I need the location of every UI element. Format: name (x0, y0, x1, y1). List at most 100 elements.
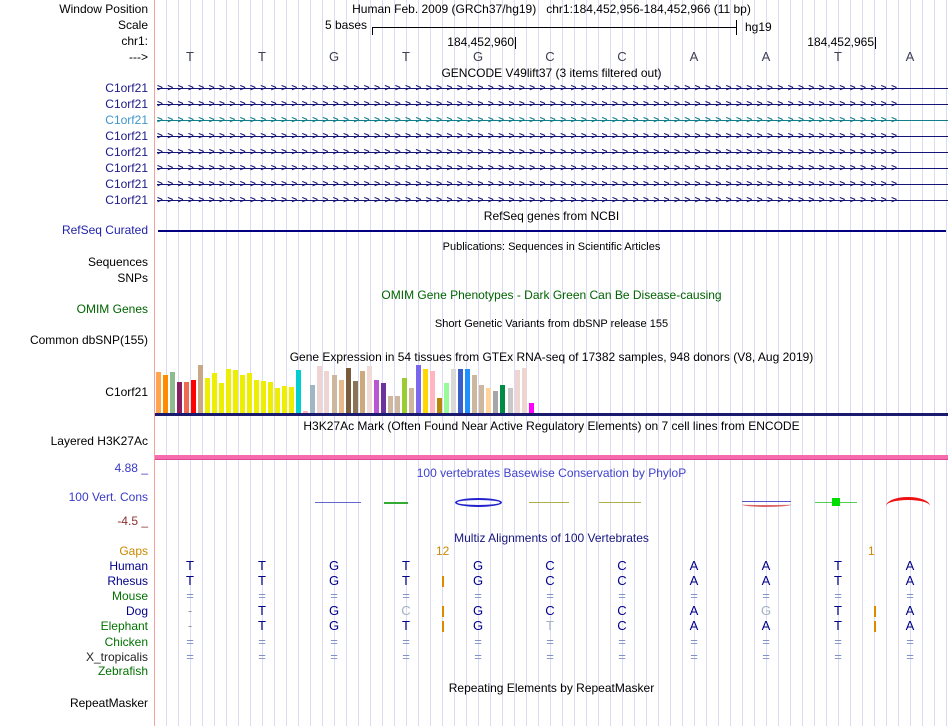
gtex-bar[interactable] (176, 382, 182, 413)
dbsnp-track-title[interactable]: Short Genetic Variants from dbSNP releas… (155, 317, 948, 331)
gtex-bar[interactable] (338, 380, 344, 413)
gtex-bar[interactable] (324, 371, 330, 413)
gencode-transcript-label[interactable]: C1orf21 (0, 129, 148, 143)
gtex-bar[interactable] (183, 382, 189, 413)
gtex-bar[interactable] (415, 365, 421, 413)
gtex-bar[interactable] (211, 373, 217, 413)
gtex-bar[interactable] (394, 396, 400, 413)
gtex-bar[interactable] (190, 380, 196, 413)
gtex-bar[interactable] (247, 373, 253, 413)
gtex-bar[interactable] (239, 375, 245, 413)
conservation-mark[interactable] (886, 497, 930, 506)
conservation-mark[interactable] (742, 502, 791, 507)
gtex-bar[interactable] (204, 378, 210, 413)
gtex-bar[interactable] (155, 372, 161, 413)
gtex-bar[interactable] (225, 369, 231, 413)
multiz-species-label[interactable]: Dog (0, 604, 148, 618)
gtex-bar[interactable] (486, 388, 492, 413)
gtex-bar[interactable] (162, 375, 168, 413)
conservation-mark[interactable] (529, 502, 569, 503)
multiz-species-label[interactable]: Human (0, 559, 148, 573)
gtex-bar[interactable] (514, 370, 520, 413)
conservation-mark[interactable] (455, 498, 502, 507)
gencode-transcript-arrows[interactable]: >>>>>>>>>>>>>>>>>>>>>>>>>>>>>>>>>>>>>>>>… (157, 194, 948, 207)
conservation-track-title[interactable]: 100 vertebrates Basewise Conservation by… (155, 466, 948, 480)
multiz-species-label[interactable]: Rhesus (0, 574, 148, 588)
conservation-mark[interactable] (832, 498, 840, 506)
gtex-bar[interactable] (408, 388, 414, 413)
gtex-bar[interactable] (380, 383, 386, 413)
gtex-bar[interactable] (444, 383, 450, 413)
gtex-bar[interactable] (451, 369, 457, 413)
multiz-species-label[interactable]: X_tropicalis (0, 650, 148, 664)
refseq-curated-label[interactable]: RefSeq Curated (0, 223, 148, 237)
gtex-baseline[interactable] (155, 413, 948, 416)
gtex-bar[interactable] (373, 380, 379, 413)
gtex-bar[interactable] (331, 375, 337, 413)
gtex-bar[interactable] (275, 388, 281, 413)
gencode-transcript-label[interactable]: C1orf21 (0, 81, 148, 95)
gtex-bar[interactable] (169, 372, 175, 413)
gtex-bar[interactable] (458, 369, 464, 413)
gtex-bar[interactable] (401, 378, 407, 413)
refseq-track-title[interactable]: RefSeq genes from NCBI (155, 209, 948, 223)
gtex-bar[interactable] (423, 369, 429, 413)
conservation-mark[interactable] (384, 502, 408, 504)
gencode-transcript-label[interactable]: C1orf21 (0, 177, 148, 191)
gencode-transcript-label[interactable]: C1orf21 (0, 161, 148, 175)
gencode-transcript-arrows[interactable]: >>>>>>>>>>>>>>>>>>>>>>>>>>>>>>>>>>>>>>>>… (157, 162, 948, 175)
gencode-transcript-label[interactable]: C1orf21 (0, 97, 148, 111)
gtex-bar[interactable] (500, 385, 506, 413)
gtex-bar[interactable] (218, 383, 224, 413)
multiz-species-label[interactable]: Elephant (0, 619, 148, 633)
omim-track-title[interactable]: OMIM Gene Phenotypes - Dark Green Can Be… (155, 288, 948, 302)
gtex-gene-label[interactable]: C1orf21 (0, 385, 148, 399)
gtex-track-title[interactable]: Gene Expression in 54 tissues from GTEx … (155, 350, 948, 364)
gtex-bar[interactable] (296, 370, 302, 413)
gencode-track-title[interactable]: GENCODE V49lift37 (3 items filtered out) (155, 66, 948, 80)
gtex-bar[interactable] (232, 370, 238, 413)
gtex-bar[interactable] (479, 385, 485, 413)
gtex-bar[interactable] (310, 385, 316, 413)
conservation-label[interactable]: 100 Vert. Cons (0, 490, 148, 504)
conservation-mark[interactable] (315, 502, 361, 503)
gtex-bar[interactable] (493, 391, 499, 413)
gtex-bar[interactable] (261, 381, 267, 413)
gencode-transcript-arrows[interactable]: >>>>>>>>>>>>>>>>>>>>>>>>>>>>>>>>>>>>>>>>… (157, 146, 948, 159)
gencode-transcript-label[interactable]: C1orf21 (0, 113, 148, 127)
gtex-bar[interactable] (507, 388, 513, 413)
gtex-bar[interactable] (282, 386, 288, 413)
gencode-transcript-label[interactable]: C1orf21 (0, 193, 148, 207)
gtex-bar[interactable] (317, 366, 323, 413)
gtex-bar[interactable] (528, 403, 534, 413)
gencode-transcript-arrows[interactable]: >>>>>>>>>>>>>>>>>>>>>>>>>>>>>>>>>>>>>>>>… (157, 98, 948, 111)
gtex-bar[interactable] (359, 371, 365, 413)
gtex-bar[interactable] (303, 411, 309, 413)
multiz-track-title[interactable]: Multiz Alignments of 100 Vertebrates (155, 531, 948, 545)
gtex-bar[interactable] (521, 368, 527, 413)
gtex-bar[interactable] (387, 396, 393, 413)
omim-genes-label[interactable]: OMIM Genes (0, 302, 148, 316)
gtex-bar[interactable] (472, 375, 478, 413)
gencode-transcript-arrows[interactable]: >>>>>>>>>>>>>>>>>>>>>>>>>>>>>>>>>>>>>>>>… (157, 130, 948, 143)
gtex-bar[interactable] (437, 398, 443, 413)
publications-track-title[interactable]: Publications: Sequences in Scientific Ar… (155, 240, 948, 254)
h3k27ac-track-title[interactable]: H3K27Ac Mark (Often Found Near Active Re… (155, 419, 948, 433)
gtex-bar[interactable] (352, 381, 358, 413)
gencode-transcript-arrows[interactable]: >>>>>>>>>>>>>>>>>>>>>>>>>>>>>>>>>>>>>>>>… (157, 82, 948, 95)
gtex-bar[interactable] (345, 368, 351, 413)
gtex-bar[interactable] (289, 387, 295, 413)
gtex-bar[interactable] (465, 369, 471, 413)
multiz-species-label[interactable]: Chicken (0, 635, 148, 649)
gencode-transcript-label[interactable]: C1orf21 (0, 145, 148, 159)
gtex-bar[interactable] (268, 382, 274, 413)
genome-browser-image[interactable]: Window Position Scale chr1: ---> Human F… (0, 0, 950, 726)
gtex-bar[interactable] (430, 371, 436, 413)
multiz-species-label[interactable]: Mouse (0, 589, 148, 603)
refseq-curated-gene-line[interactable] (158, 230, 946, 232)
gtex-bar[interactable] (254, 380, 260, 413)
conservation-mark[interactable] (599, 502, 641, 503)
multiz-species-label[interactable]: Zebrafish (0, 664, 148, 678)
gencode-transcript-arrows[interactable]: >>>>>>>>>>>>>>>>>>>>>>>>>>>>>>>>>>>>>>>>… (157, 178, 948, 191)
h3k27ac-signal-band[interactable] (155, 455, 948, 460)
